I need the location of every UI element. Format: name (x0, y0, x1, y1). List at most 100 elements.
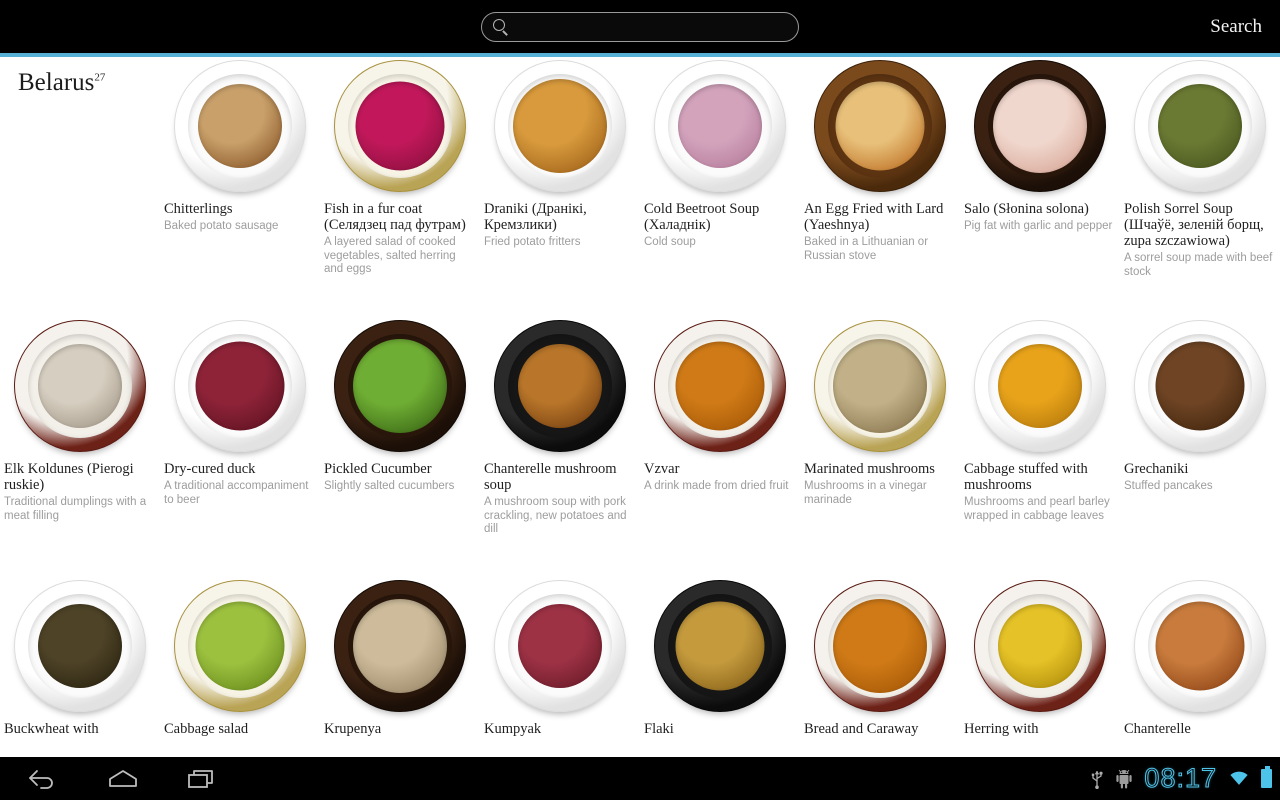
search-input[interactable] (515, 14, 798, 40)
dish-card[interactable]: Dry-cured duck A traditional accompanimen… (160, 317, 320, 507)
dish-thumbnail[interactable] (971, 577, 1109, 715)
dish-card[interactable]: Cabbage stuffed with mushrooms Mushrooms … (960, 317, 1120, 523)
dish-subtitle: Mushrooms in a vinegar marinade (804, 480, 927, 506)
dish-subtitle: A traditional accompaniment to beer (164, 480, 309, 506)
recents-button[interactable] (172, 757, 234, 800)
dish-thumbnail[interactable] (11, 577, 149, 715)
dish-thumbnail[interactable] (171, 317, 309, 455)
dish-thumbnail[interactable] (331, 57, 469, 195)
dish-title: Chanterelle (1124, 721, 1191, 737)
dish-caption: Chanterelle mushroom soup A mushroom soup… (480, 461, 640, 537)
home-button[interactable] (92, 757, 154, 800)
dish-card[interactable]: Marinated mushrooms Mushrooms in a vinega… (800, 317, 960, 507)
dish-food (38, 344, 122, 428)
dish-title: Dry-cured duck (164, 461, 256, 477)
dish-thumbnail[interactable] (491, 57, 629, 195)
dish-caption: Fish in a fur coat (Селядзец пад футрам)… (320, 201, 480, 277)
dish-thumbnail[interactable] (811, 317, 949, 455)
android-debug-icon (1116, 769, 1133, 788)
back-button[interactable] (12, 757, 74, 800)
clock: 08:17 (1144, 763, 1217, 794)
wifi-icon (1230, 771, 1248, 785)
dish-grid[interactable]: Belarus27 Chitterlings Baked potato sausa… (0, 57, 1280, 743)
dish-card[interactable]: Vzvar A drink made from dried fruit (640, 317, 800, 494)
dish-caption: Cabbage stuffed with mushrooms Mushrooms … (960, 461, 1120, 523)
dish-thumbnail[interactable] (331, 577, 469, 715)
dish-thumbnail[interactable] (811, 577, 949, 715)
dish-card[interactable]: An Egg Fried with Lard (Yaeshnya) Baked i… (800, 57, 960, 263)
dish-card[interactable]: Salo (Słonina solona) Pig fat with garlic… (960, 57, 1120, 234)
dish-title: Krupenya (324, 721, 382, 737)
dish-thumbnail[interactable] (971, 317, 1109, 455)
dish-food (513, 79, 607, 173)
dish-thumbnail[interactable] (1131, 577, 1269, 715)
dish-food (198, 84, 282, 168)
dish-food (833, 339, 927, 433)
dish-thumbnail[interactable] (331, 317, 469, 455)
dish-card[interactable]: Bread and Caraway (800, 577, 960, 740)
dish-title: Grechaniki (1124, 461, 1189, 477)
dish-card[interactable]: Chanterelle (1120, 577, 1280, 740)
dish-card[interactable]: Cabbage salad (160, 577, 320, 740)
dish-card[interactable]: Pickled Cucumber Slightly salted cucumber… (320, 317, 480, 494)
dish-thumbnail[interactable] (811, 57, 949, 195)
dish-thumbnail[interactable] (491, 317, 629, 455)
dish-subtitle: Baked potato sausage (164, 220, 279, 232)
dish-subtitle: Baked in a Lithuanian or Russian stove (804, 236, 929, 262)
dish-caption: Buckwheat with (0, 721, 160, 737)
dish-caption: Bread and Caraway (800, 721, 960, 737)
dish-card[interactable]: Krupenya (320, 577, 480, 740)
dish-title: Pickled Cucumber (324, 461, 432, 477)
dish-card[interactable]: Chanterelle mushroom soup A mushroom soup… (480, 317, 640, 537)
dish-thumbnail[interactable] (171, 57, 309, 195)
dish-caption: Krupenya (320, 721, 480, 737)
dish-food (353, 599, 447, 693)
dish-subtitle: Slightly salted cucumbers (324, 480, 455, 492)
dish-row: Chitterlings Baked potato sausage Fish in … (0, 57, 1280, 317)
dish-thumbnail[interactable] (651, 317, 789, 455)
dish-food (355, 81, 445, 171)
search-field[interactable] (481, 12, 799, 42)
dish-card[interactable]: Flaki (640, 577, 800, 740)
dish-card[interactable]: Kumpyak (480, 577, 640, 740)
dish-title: Flaki (644, 721, 674, 737)
dish-thumbnail[interactable] (651, 577, 789, 715)
dish-card[interactable]: Polish Sorrel Soup (Шчаўё, зеленій борщ,… (1120, 57, 1280, 279)
dish-card[interactable]: Cold Beetroot Soup (Халаднік) Cold soup (640, 57, 800, 250)
dish-thumbnail[interactable] (171, 577, 309, 715)
dish-card[interactable]: Draniki (Дранікі, Кремзлики) Fried potato… (480, 57, 640, 250)
dish-food (1155, 341, 1245, 431)
dish-thumbnail[interactable] (651, 57, 789, 195)
dish-subtitle: A layered salad of cooked vegetables, sa… (324, 236, 456, 275)
dish-card[interactable]: Herring with (960, 577, 1120, 740)
dish-card[interactable]: Buckwheat with (0, 577, 160, 740)
dish-caption: Chanterelle (1120, 721, 1280, 737)
search-label[interactable]: Search (1210, 0, 1262, 53)
dish-title: Salo (Słonina solona) (964, 201, 1089, 217)
dish-thumbnail[interactable] (11, 317, 149, 455)
dish-card[interactable]: Grechaniki Stuffed pancakes (1120, 317, 1280, 494)
dish-card[interactable]: Chitterlings Baked potato sausage (160, 57, 320, 234)
home-icon (109, 770, 137, 787)
dish-title: Kumpyak (484, 721, 542, 737)
dish-food (835, 81, 925, 171)
android-navigation-bar: 08:17 (0, 757, 1280, 800)
dish-food (195, 341, 285, 431)
dish-caption: Chitterlings Baked potato sausage (160, 201, 320, 234)
dish-thumbnail[interactable] (1131, 317, 1269, 455)
dish-food (998, 604, 1082, 688)
dish-food (678, 84, 762, 168)
dish-row: Elk Koldunes (Pierogi ruskie) Traditional… (0, 317, 1280, 577)
dish-title: Chitterlings (164, 201, 233, 217)
dish-subtitle: A mushroom soup with pork crackling, new… (484, 496, 627, 535)
dish-food (518, 344, 602, 428)
dish-thumbnail[interactable] (971, 57, 1109, 195)
dish-thumbnail[interactable] (1131, 57, 1269, 195)
dish-thumbnail[interactable] (491, 577, 629, 715)
dish-card[interactable]: Elk Koldunes (Pierogi ruskie) Traditional… (0, 317, 160, 523)
dish-title: Draniki (Дранікі, Кремзлики) (484, 201, 587, 233)
dish-food (1155, 601, 1245, 691)
dish-title: Buckwheat with (4, 721, 99, 737)
dish-card[interactable]: Fish in a fur coat (Селядзец пад футрам)… (320, 57, 480, 277)
dish-subtitle: Traditional dumplings with a meat fillin… (4, 496, 147, 522)
